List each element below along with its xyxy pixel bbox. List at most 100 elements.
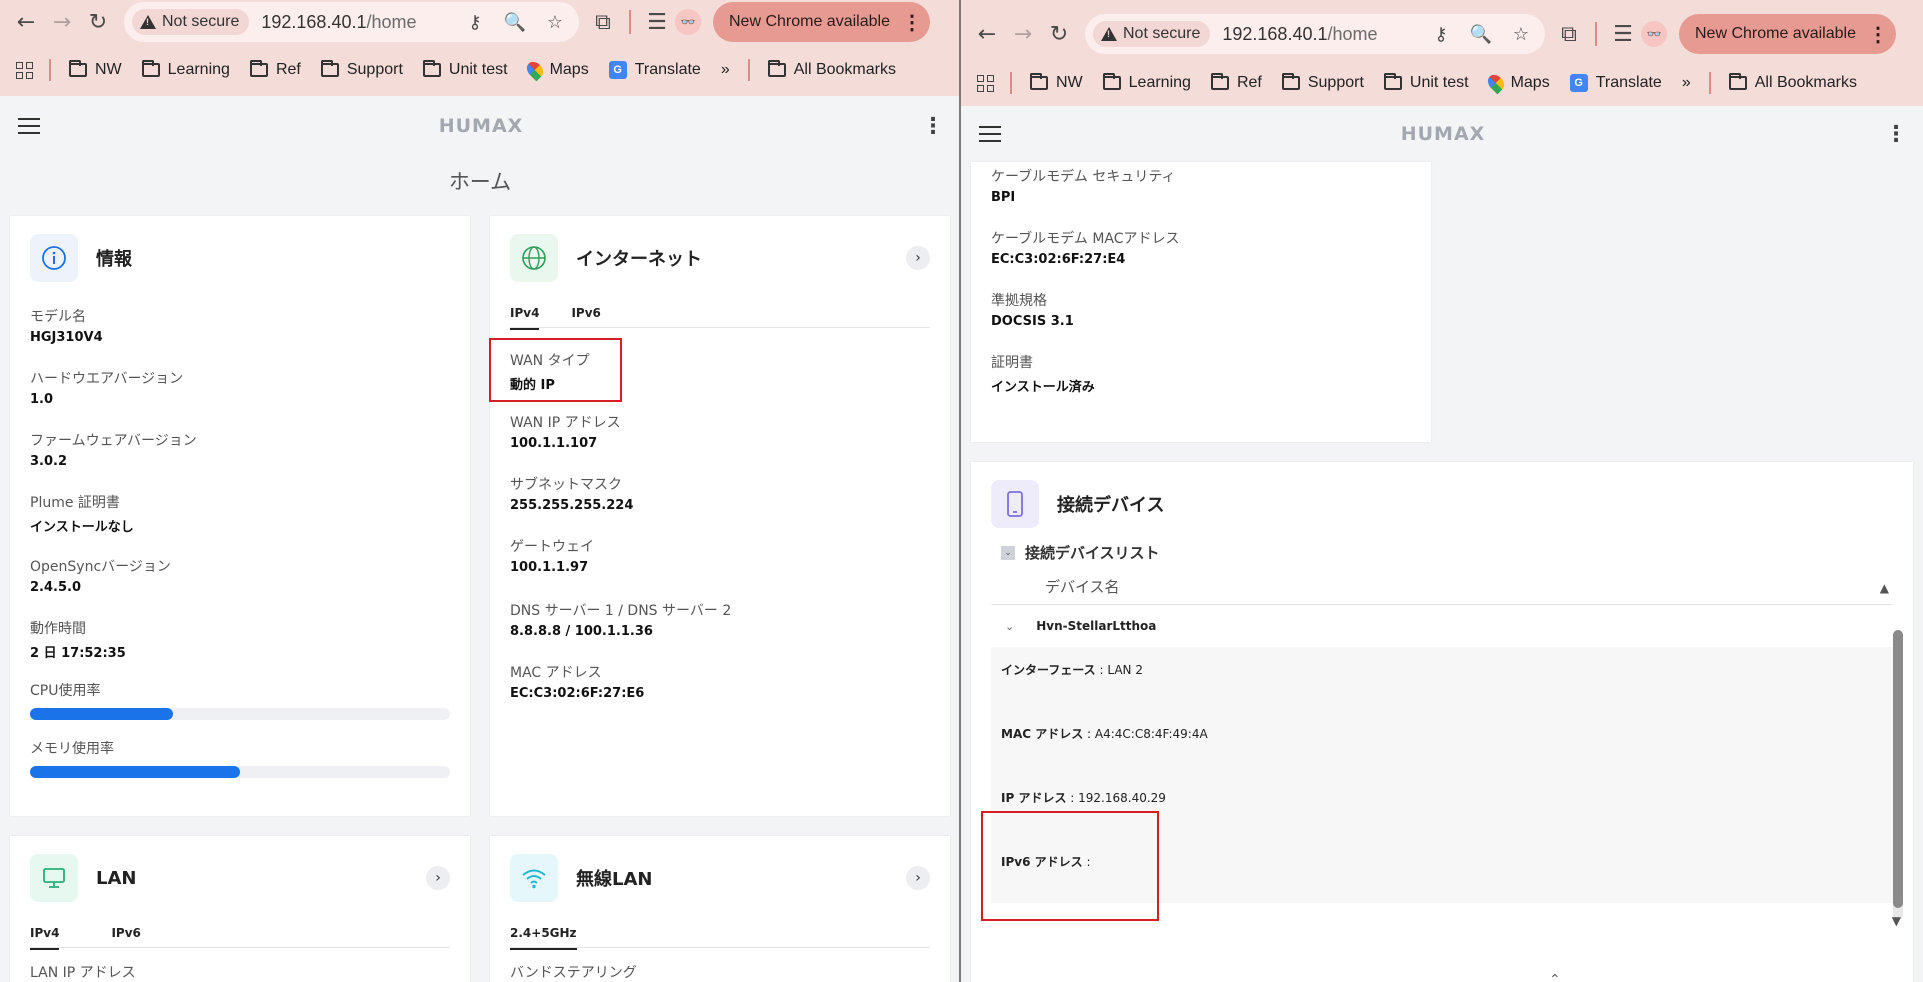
chevron-up-icon[interactable]: ⌃ <box>1549 972 1561 982</box>
not-secure-chip[interactable]: Not secure <box>1093 21 1211 47</box>
chrome-menu-icon[interactable]: ⋮ <box>902 10 922 35</box>
zoom-icon[interactable]: 🔍 <box>1463 16 1499 52</box>
zoom-icon[interactable]: 🔍 <box>497 4 533 40</box>
info-icon <box>30 234 78 282</box>
extensions-icon[interactable]: ⧉ <box>585 4 621 40</box>
internet-detail-chevron-icon[interactable]: › <box>906 246 930 270</box>
bookmark-star-icon[interactable]: ☆ <box>537 4 573 40</box>
extensions-icon[interactable]: ⧉ <box>1551 16 1587 52</box>
internet-field: ゲートウェイ 100.1.1.97 <box>510 539 594 575</box>
folder-icon <box>767 60 786 77</box>
more-options-icon[interactable]: ⋮ <box>1885 122 1907 147</box>
bookmark-translate[interactable]: G Translate <box>1569 74 1662 92</box>
more-bookmarks-icon[interactable]: » <box>721 61 730 79</box>
bookmark-support[interactable]: Support <box>1281 73 1364 92</box>
chrome-menu-icon[interactable]: ⋮ <box>1868 22 1888 47</box>
cpu-usage-fill <box>30 708 173 720</box>
bookmark-support[interactable]: Support <box>320 60 403 79</box>
tab-ipv4[interactable]: IPv4 <box>510 306 540 330</box>
tab-ipv6[interactable]: IPv6 <box>111 926 140 940</box>
app-bar: HUMAX ⋮ <box>0 98 960 154</box>
collapse-icon[interactable]: ⌄ <box>1001 545 1015 560</box>
back-icon[interactable]: ← <box>969 16 1005 52</box>
forward-icon[interactable]: → <box>1005 16 1041 52</box>
table-row[interactable]: ⌄ Hvn-StellarLtthoa <box>991 605 1893 647</box>
tab-ipv6[interactable]: IPv6 <box>571 306 600 320</box>
folder-icon <box>1210 73 1229 90</box>
more-options-icon[interactable]: ⋮ <box>922 114 944 139</box>
internet-tabs: IPv4 IPv6 <box>510 298 930 330</box>
device-table-header: デバイス名 ▲ <box>991 569 1893 605</box>
monitor-icon <box>30 854 78 902</box>
menu-icon[interactable] <box>18 118 40 134</box>
folder-icon <box>1281 73 1300 90</box>
column-device-name[interactable]: デバイス名 <box>1045 576 1120 597</box>
globe-icon <box>510 234 558 282</box>
password-key-icon[interactable]: ⚷ <box>1423 16 1459 52</box>
new-chrome-button[interactable]: New Chrome available ⋮ <box>713 2 930 42</box>
reload-icon[interactable]: ↻ <box>1041 16 1077 52</box>
scroll-down-icon[interactable]: ▼ <box>1892 914 1901 928</box>
highlight-box-ip-address <box>981 811 1159 921</box>
more-bookmarks-icon[interactable]: » <box>1682 74 1691 92</box>
url-text[interactable]: 192.168.40.1/home <box>1222 24 1423 45</box>
tab-band[interactable]: 2.4+5GHz <box>510 926 577 950</box>
wlan-tabs: 2.4+5GHz <box>510 918 930 950</box>
maps-icon <box>523 58 546 82</box>
media-queue-icon[interactable]: ☰ <box>639 4 675 40</box>
cable-modem-field: ケーブルモデム MACアドレス EC:C3:02:6F:27:E4 <box>991 231 1180 267</box>
row-expand-chevron-icon[interactable]: ⌄ <box>1005 620 1014 633</box>
lan-detail-chevron-icon[interactable]: › <box>426 866 450 890</box>
bookmark-ref[interactable]: Ref <box>249 60 301 79</box>
scroll-up-icon[interactable]: ▲ <box>1880 581 1889 595</box>
tab-ipv4[interactable]: IPv4 <box>30 926 60 950</box>
all-bookmarks[interactable]: All Bookmarks <box>767 60 896 79</box>
all-bookmarks[interactable]: All Bookmarks <box>1728 73 1857 92</box>
folder-icon <box>1102 73 1121 90</box>
profile-avatar[interactable]: 👓 <box>1641 21 1667 47</box>
info-field: ハードウエアバージョン 1.0 <box>30 371 184 407</box>
apps-grid-icon[interactable] <box>16 61 33 79</box>
bookmark-nw[interactable]: NW <box>1030 73 1083 92</box>
device-list-scrollbar[interactable] <box>1893 630 1903 920</box>
scrollbar-thumb[interactable] <box>1893 630 1903 908</box>
bookmark-unit-test[interactable]: Unit test <box>1383 73 1469 92</box>
forward-icon[interactable]: → <box>44 4 80 40</box>
browser-toolbar: ← → ↻ Not secure 192.168.40.1/home ⚷ 🔍 ☆… <box>961 8 1923 60</box>
device-name: Hvn-StellarLtthoa <box>1036 619 1157 633</box>
bookmark-maps[interactable]: Maps <box>1484 71 1550 95</box>
url-text[interactable]: 192.168.40.1/home <box>261 12 457 33</box>
reload-icon[interactable]: ↻ <box>80 4 116 40</box>
password-key-icon[interactable]: ⚷ <box>457 4 493 40</box>
address-bar[interactable]: Not secure 192.168.40.1/home ⚷ 🔍 ☆ <box>1085 14 1545 54</box>
address-bar[interactable]: Not secure 192.168.40.1/home ⚷ 🔍 ☆ <box>124 2 579 42</box>
media-queue-icon[interactable]: ☰ <box>1605 16 1641 52</box>
not-secure-chip[interactable]: Not secure <box>132 9 250 35</box>
warning-icon <box>140 15 156 29</box>
bookmark-learning[interactable]: Learning <box>1102 73 1191 92</box>
menu-icon[interactable] <box>979 126 1001 142</box>
profile-avatar[interactable]: 👓 <box>675 9 701 35</box>
device-list-title: 接続デバイスリスト <box>1025 544 1160 562</box>
bookmark-ref[interactable]: Ref <box>1210 73 1262 92</box>
bookmark-unit-test[interactable]: Unit test <box>422 60 508 79</box>
bookmark-learning[interactable]: Learning <box>141 60 230 79</box>
bookmarks-bar: NW Learning Ref Support Unit test Maps G… <box>961 60 1923 106</box>
highlight-box-wan-type <box>489 338 622 402</box>
wlan-detail-chevron-icon[interactable]: › <box>906 866 930 890</box>
bookmark-maps[interactable]: Maps <box>523 58 589 82</box>
translate-icon: G <box>608 61 627 79</box>
bookmark-star-icon[interactable]: ☆ <box>1503 16 1539 52</box>
cable-modem-field: 証明書 インストール済み <box>991 355 1095 395</box>
browser-toolbar: ← → ↻ Not secure 192.168.40.1/home ⚷ 🔍 ☆… <box>0 0 960 44</box>
warning-icon <box>1101 27 1117 41</box>
bookmark-nw[interactable]: NW <box>69 60 122 79</box>
new-chrome-button[interactable]: New Chrome available ⋮ <box>1679 14 1896 54</box>
apps-grid-icon[interactable] <box>977 74 994 92</box>
back-icon[interactable]: ← <box>8 4 44 40</box>
device-list-header[interactable]: ⌄ 接続デバイスリスト <box>1001 542 1893 563</box>
bookmark-translate[interactable]: G Translate <box>608 61 701 79</box>
humax-logo: HUMAX <box>438 115 524 137</box>
internet-card: インターネット › IPv4 IPv6 WAN タイプ 動的 IP WAN IP … <box>490 216 950 816</box>
info-field: モデル名 HGJ310V4 <box>30 309 103 345</box>
